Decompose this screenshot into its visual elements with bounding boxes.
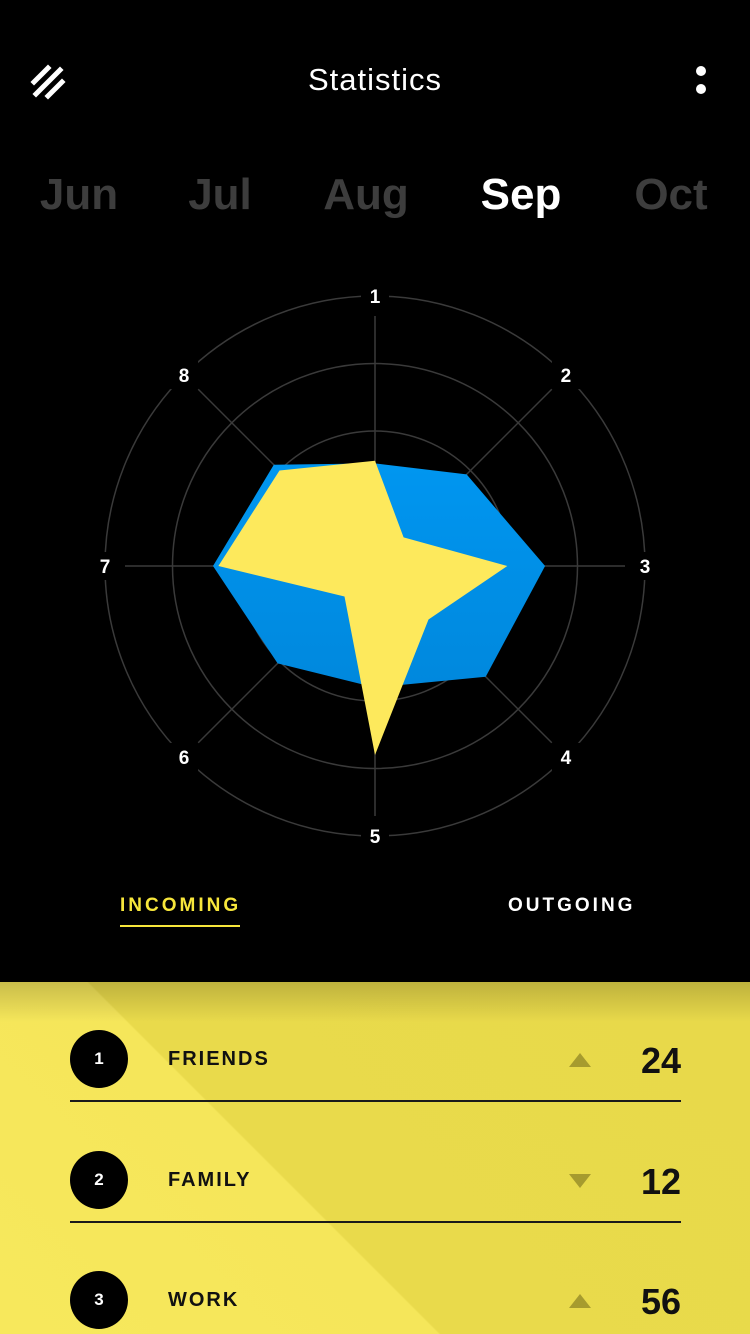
- category-label: FRIENDS: [168, 1048, 270, 1070]
- tab-incoming[interactable]: INCOMING: [120, 895, 241, 927]
- month-aug[interactable]: Aug: [296, 170, 436, 220]
- page-title: Statistics: [307, 62, 443, 97]
- count-value: 12: [640, 1161, 681, 1202]
- axis-label-1: 1: [370, 287, 381, 308]
- category-label: WORK: [168, 1289, 240, 1311]
- month-sep[interactable]: Sep: [451, 170, 591, 220]
- axis-label-7: 7: [100, 557, 111, 578]
- radar-chart: 1 2 3 4 5 6 7 8: [91, 282, 659, 850]
- triangle-up-icon: [569, 1053, 591, 1067]
- axis-label-5: 5: [370, 827, 381, 848]
- axis-label-8: 8: [179, 366, 190, 387]
- axis-label-4: 4: [561, 748, 572, 769]
- vertical-dots-icon[interactable]: [690, 66, 712, 98]
- month-jun[interactable]: Jun: [9, 170, 149, 220]
- rank-badge: 3: [70, 1271, 128, 1329]
- count-value: 56: [640, 1281, 681, 1322]
- axis-label-6: 6: [179, 748, 190, 769]
- rank-badge: 1: [70, 1030, 128, 1088]
- month-jul[interactable]: Jul: [150, 170, 290, 220]
- triangle-down-icon: [569, 1174, 591, 1188]
- axis-label-3: 3: [640, 557, 651, 578]
- direction-tabs: INCOMING OUTGOING: [0, 895, 750, 945]
- axis-label-2: 2: [561, 366, 572, 387]
- header: Statistics: [0, 0, 750, 160]
- rank-badge: 2: [70, 1151, 128, 1209]
- list-item[interactable]: 1 FRIENDS 24: [70, 982, 681, 1102]
- month-selector: Jun Jul Aug Sep Oct: [0, 170, 750, 230]
- list-item[interactable]: 3 WORK 56: [70, 1223, 681, 1334]
- triangle-up-icon: [569, 1294, 591, 1308]
- list-item[interactable]: 2 FAMILY 12: [70, 1103, 681, 1223]
- tab-outgoing[interactable]: OUTGOING: [508, 895, 635, 917]
- category-label: FAMILY: [168, 1169, 252, 1191]
- month-oct[interactable]: Oct: [601, 170, 741, 220]
- count-value: 24: [640, 1040, 681, 1081]
- divider: [70, 1100, 681, 1102]
- contact-stats-panel: 1 FRIENDS 24 2 FAMILY 12 3 WORK 56: [0, 982, 750, 1334]
